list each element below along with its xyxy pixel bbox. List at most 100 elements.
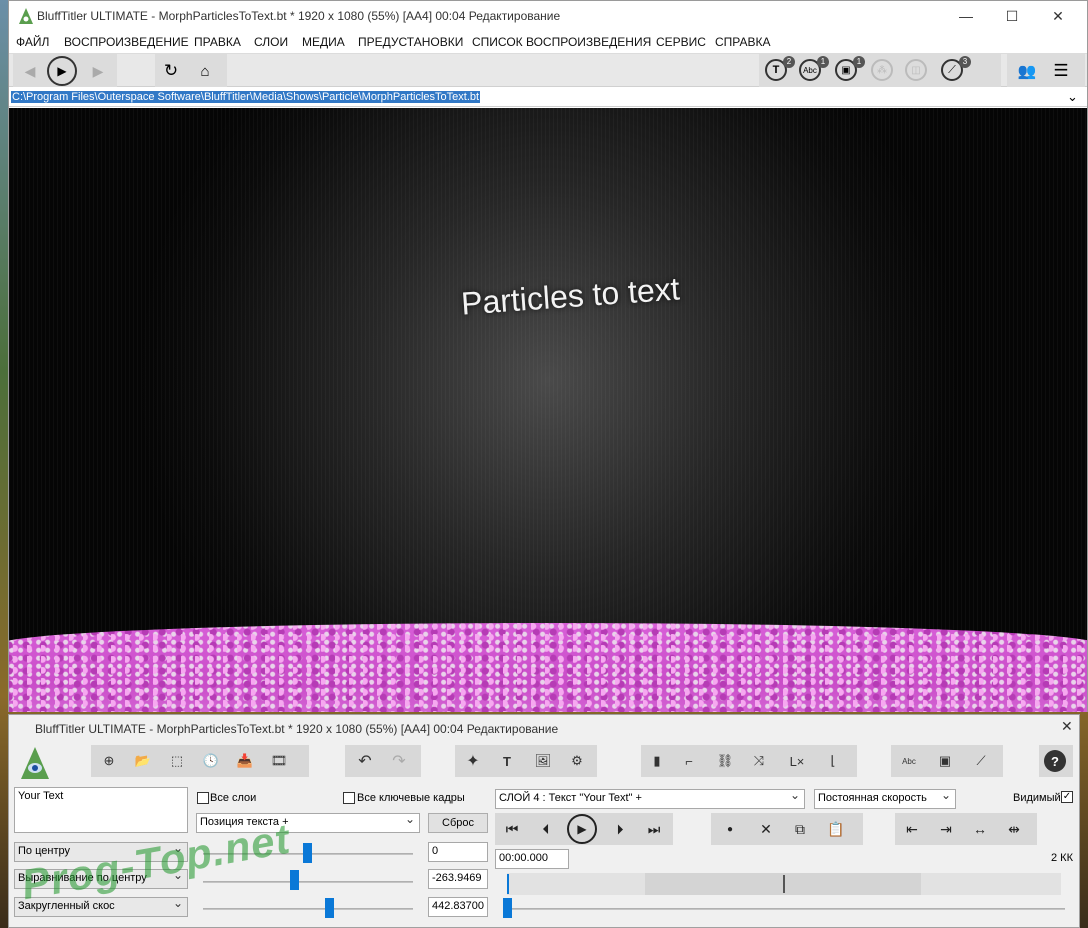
home-icon[interactable]: ⌂ (195, 61, 215, 81)
range-expand-icon[interactable]: ↔ (967, 817, 993, 841)
maximize-button[interactable]: ☐ (989, 1, 1035, 31)
text-layer-count: 2 (783, 56, 795, 68)
effect-layer-count: 3 (959, 56, 971, 68)
menu-service[interactable]: СЕРВИС (656, 35, 706, 49)
users-icon[interactable]: 👥 (1013, 61, 1041, 81)
text-tool-icon[interactable]: T (495, 749, 519, 773)
timeline-segment (507, 873, 645, 895)
clock-icon[interactable]: 🕓 (199, 749, 223, 773)
step-forward-icon[interactable]: ⏵ (607, 817, 633, 841)
timeline-segment (921, 873, 1061, 895)
menu-file[interactable]: ФАЙЛ (16, 35, 49, 49)
file-tools-group: ⊕ 📂 ⬚ 🕓 📥 🎞 (91, 745, 309, 777)
speed-select[interactable]: Постоянная скорость (814, 789, 956, 809)
help-icon[interactable]: ? (1044, 750, 1066, 772)
time-slider-track (507, 908, 1065, 910)
slider-2-thumb[interactable] (290, 870, 299, 890)
menu-presets[interactable]: ПРЕДУСТАНОВКИ (358, 35, 463, 49)
skip-start-icon[interactable]: ⏮ (499, 817, 525, 841)
value-2-field[interactable]: -263.9469 (428, 869, 488, 889)
path-combobox[interactable]: C:\Program Files\Outerspace Software\Blu… (9, 89, 1087, 107)
link-icon[interactable]: ⛓ (713, 749, 737, 773)
panel-close-button[interactable]: ✕ (1061, 718, 1073, 735)
open-folder-icon[interactable]: 📂 (131, 749, 155, 773)
keyframe-marker[interactable] (783, 875, 785, 893)
all-keyframes-checkbox[interactable] (343, 792, 355, 804)
delete-icon[interactable]: ✕ (753, 817, 779, 841)
forward-arrow-icon[interactable]: ▶ (89, 62, 107, 80)
film-icon[interactable]: 🎞 (267, 749, 291, 773)
blufftitler-logo-icon (21, 747, 49, 779)
slider-3-thumb[interactable] (325, 898, 334, 918)
menu-help[interactable]: СПРАВКА (715, 35, 771, 49)
collapse-icon[interactable]: ⤨ (747, 749, 771, 773)
slider-1-thumb[interactable] (303, 843, 312, 863)
image-layer-count: 1 (853, 56, 865, 68)
help-group: ? (1039, 745, 1073, 777)
time-slider-thumb[interactable] (503, 898, 512, 918)
slider-2-track (203, 881, 413, 883)
shape-icon[interactable]: ✦ (461, 749, 485, 773)
skip-end-icon[interactable]: ⏭ (641, 817, 667, 841)
add-circle-icon[interactable]: ⊕ (97, 749, 121, 773)
particles-layer-icon[interactable]: ⁂ (871, 59, 893, 81)
copy-icon[interactable]: ⧉ (787, 817, 813, 841)
range-collapse-icon[interactable]: ⇹ (1001, 817, 1027, 841)
picture-icon[interactable]: 🖼 (531, 749, 555, 773)
redo-icon[interactable]: ↷ (387, 749, 411, 773)
abc-layer-count: 1 (817, 56, 829, 68)
menu-playback[interactable]: ВОСПРОИЗВЕДЕНИЕ (64, 35, 189, 49)
menu-media[interactable]: МЕДИА (302, 35, 345, 49)
copy-page-icon[interactable]: ▮ (645, 749, 669, 773)
render-viewport[interactable]: Particles to text (9, 108, 1087, 712)
visible-checkbox[interactable]: ✓ (1061, 791, 1073, 803)
play-button[interactable]: ▶ (47, 56, 77, 86)
time-field[interactable]: 00:00.000 (495, 849, 569, 869)
main-toolbar: ◀ ▶ ▶ ↻ ⌂ T 2 Abc 1 ▣ 1 ⁂ ◫ ⟋ 3 👥 ☰ (9, 53, 1087, 87)
paste-icon[interactable]: 📋 (823, 817, 849, 841)
chevron-down-icon[interactable]: ⌄ (1067, 89, 1078, 105)
close-button[interactable]: ✕ (1035, 1, 1081, 31)
value-1-field[interactable]: 0 (428, 842, 488, 862)
menu-playlist[interactable]: СПИСОК ВОСПРОИЗВЕДЕНИЯ (472, 35, 651, 49)
gears-icon[interactable]: ⚙ (565, 749, 589, 773)
file-path: C:\Program Files\Outerspace Software\Blu… (11, 91, 481, 103)
panel-title: BluffTitler ULTIMATE - MorphParticlesToT… (35, 722, 559, 736)
select-region-icon[interactable]: ⬚ (165, 749, 189, 773)
corner-icon[interactable]: ⌊ (821, 749, 845, 773)
panel-play-button[interactable]: ▶ (567, 814, 597, 844)
app-logo-icon (19, 8, 33, 24)
all-keyframes-label: Все ключевые кадры (357, 792, 465, 804)
layer-select[interactable]: СЛОЙ 4 : Текст "Your Text" + (495, 789, 805, 809)
remove-x-icon[interactable]: L× (785, 749, 809, 773)
playhead[interactable] (507, 874, 509, 894)
import-folder-icon[interactable]: 📥 (233, 749, 257, 773)
range-start-icon[interactable]: ⇤ (899, 817, 925, 841)
boot-icon[interactable]: ⌐ (677, 749, 701, 773)
minimize-button[interactable]: — (943, 1, 989, 31)
hamburger-menu-icon[interactable]: ☰ (1051, 61, 1071, 81)
timeline-track[interactable] (507, 873, 1061, 895)
reset-button[interactable]: Сброс (428, 813, 488, 833)
abc-tool-icon[interactable]: Abc (897, 749, 921, 773)
image-tool-icon[interactable]: ▣ (933, 749, 957, 773)
back-arrow-icon[interactable]: ◀ (21, 62, 39, 80)
step-back-icon[interactable]: ⏴ (533, 817, 559, 841)
menu-edit[interactable]: ПРАВКА (194, 35, 241, 49)
video-layer-icon[interactable]: ◫ (905, 59, 927, 81)
all-layers-label: Все слои (210, 792, 257, 804)
title-bar: BluffTitler ULTIMATE - MorphParticlesToT… (9, 1, 1087, 31)
refresh-icon[interactable]: ↻ (161, 61, 181, 81)
value-3-field[interactable]: 442.83700 (428, 897, 488, 917)
menu-layers[interactable]: СЛОИ (254, 35, 288, 49)
right-group: 👥 ☰ (1007, 54, 1085, 87)
range-end-icon[interactable]: ⇥ (933, 817, 959, 841)
undo-group: ↶ ↷ (345, 745, 421, 777)
wand-icon[interactable]: ⟋ (969, 749, 993, 773)
scene-text: Particles to text (459, 270, 681, 322)
record-icon[interactable]: ● (717, 817, 743, 841)
layer-type-group: T 2 Abc 1 ▣ 1 ⁂ ◫ ⟋ 3 (759, 54, 1001, 87)
all-layers-checkbox[interactable] (197, 792, 209, 804)
undo-icon[interactable]: ↶ (353, 749, 377, 773)
text-input[interactable]: Your Text (14, 787, 188, 833)
